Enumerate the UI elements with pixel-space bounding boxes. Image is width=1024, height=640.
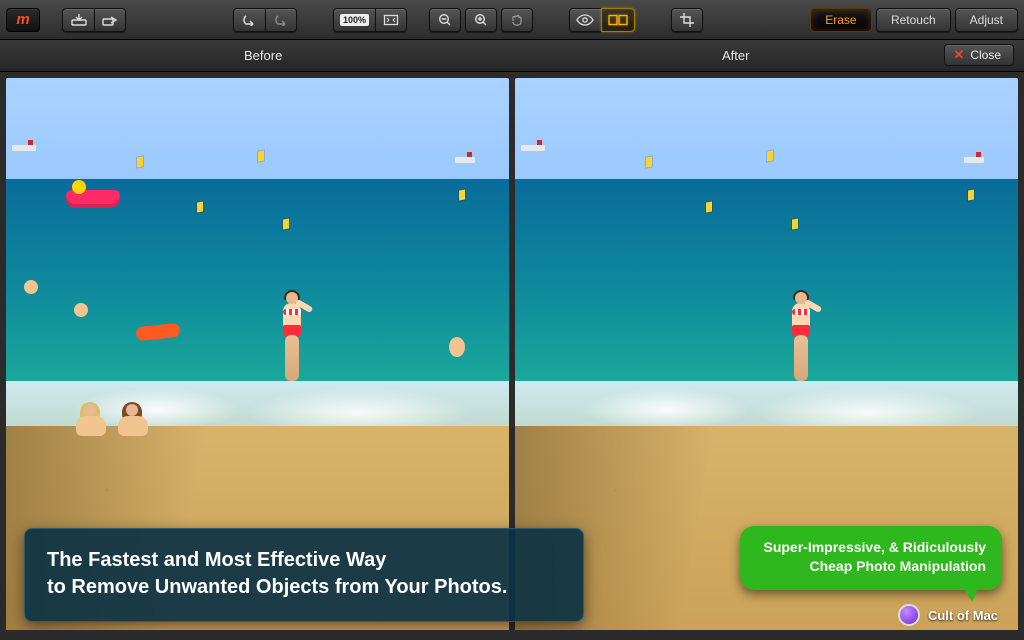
fit-screen-icon bbox=[383, 14, 399, 26]
sitting-woman-blonde bbox=[76, 404, 106, 436]
sea-region bbox=[6, 179, 509, 381]
canvas-footer-gap bbox=[0, 630, 1024, 640]
promo-line1: The Fastest and Most Effective Way bbox=[47, 547, 561, 574]
app-logo-text: m bbox=[16, 11, 29, 28]
history-segment bbox=[233, 8, 297, 32]
zoom-fit-button[interactable] bbox=[375, 8, 407, 32]
review-quote-bubble: Super-Impressive, & Ridiculously Cheap P… bbox=[740, 526, 1002, 590]
buoy-icon bbox=[137, 156, 143, 167]
boat-orange bbox=[455, 157, 475, 163]
quote-source-label: Cult of Mac bbox=[928, 608, 998, 623]
boat-white bbox=[521, 145, 545, 151]
zoom-in-button[interactable] bbox=[465, 8, 497, 32]
tray-down-icon bbox=[71, 14, 87, 26]
quote-line1: Super-Impressive, & Ridiculously bbox=[756, 538, 986, 557]
buoy-icon bbox=[968, 190, 974, 201]
main-subject-woman bbox=[283, 303, 301, 333]
before-label: Before bbox=[244, 48, 282, 63]
share-button[interactable] bbox=[94, 8, 126, 32]
redo-button[interactable] bbox=[265, 8, 297, 32]
crop-button[interactable] bbox=[671, 8, 703, 32]
quote-line2: Cheap Photo Manipulation bbox=[756, 557, 986, 576]
zoom-out-button[interactable] bbox=[429, 8, 461, 32]
mode-retouch-label: Retouch bbox=[891, 13, 936, 27]
main-toolbar: m 100% bbox=[0, 0, 1024, 40]
redo-icon bbox=[273, 14, 289, 26]
pedal-boat bbox=[66, 190, 120, 208]
swimmer bbox=[74, 303, 88, 317]
crop-icon bbox=[680, 13, 694, 27]
compare-canvas: The Fastest and Most Effective Way to Re… bbox=[0, 72, 1024, 640]
mode-adjust-button[interactable]: Adjust bbox=[955, 8, 1018, 32]
buoy-icon bbox=[767, 151, 773, 162]
source-avatar-icon bbox=[898, 604, 920, 626]
mode-retouch-button[interactable]: Retouch bbox=[876, 8, 951, 32]
zoom-segment: 100% bbox=[333, 8, 407, 32]
sky-region bbox=[515, 78, 1018, 179]
buoy-icon bbox=[459, 190, 465, 201]
mode-adjust-label: Adjust bbox=[970, 13, 1003, 27]
promo-headline-card: The Fastest and Most Effective Way to Re… bbox=[24, 528, 584, 622]
buoy-icon bbox=[258, 151, 264, 162]
boat-white bbox=[12, 145, 36, 151]
buoy-icon bbox=[197, 201, 203, 212]
buoy-icon bbox=[706, 201, 712, 212]
boat-orange bbox=[964, 157, 984, 163]
sitting-woman-brown bbox=[118, 404, 148, 436]
pan-hand-button[interactable] bbox=[501, 8, 533, 32]
undo-button[interactable] bbox=[233, 8, 265, 32]
compare-label-bar: Before After ✕ Close bbox=[0, 40, 1024, 72]
zoom-percent-label: 100% bbox=[340, 14, 369, 26]
compare-side-by-side-button[interactable] bbox=[601, 8, 635, 32]
promo-line2: to Remove Unwanted Objects from Your Pho… bbox=[47, 574, 561, 601]
close-compare-button[interactable]: ✕ Close bbox=[944, 44, 1014, 66]
mode-erase-button[interactable]: Erase bbox=[810, 8, 872, 32]
sky-region bbox=[6, 78, 509, 179]
side-by-side-icon bbox=[608, 14, 628, 26]
quote-attribution: Cult of Mac bbox=[898, 604, 998, 626]
sea-region bbox=[515, 179, 1018, 381]
zoom-out-icon bbox=[438, 13, 452, 27]
zoom-actual-button[interactable]: 100% bbox=[333, 8, 375, 32]
share-arrow-icon bbox=[102, 14, 118, 26]
undo-icon bbox=[241, 14, 257, 26]
preview-segment bbox=[569, 8, 635, 32]
app-logo: m bbox=[6, 8, 40, 32]
close-icon: ✕ bbox=[953, 47, 964, 63]
buoy-icon bbox=[283, 218, 289, 229]
file-segment bbox=[62, 8, 126, 32]
swimmer-standing bbox=[449, 337, 465, 357]
zoom-in-icon bbox=[474, 13, 488, 27]
preview-original-button[interactable] bbox=[569, 8, 601, 32]
eye-icon bbox=[576, 14, 594, 26]
import-button[interactable] bbox=[62, 8, 94, 32]
mode-erase-label: Erase bbox=[825, 13, 856, 27]
close-label: Close bbox=[970, 48, 1001, 62]
after-label: After bbox=[722, 48, 749, 63]
hand-icon bbox=[510, 13, 524, 27]
main-subject-woman bbox=[792, 303, 810, 333]
buoy-icon bbox=[646, 156, 652, 167]
buoy-icon bbox=[792, 218, 798, 229]
